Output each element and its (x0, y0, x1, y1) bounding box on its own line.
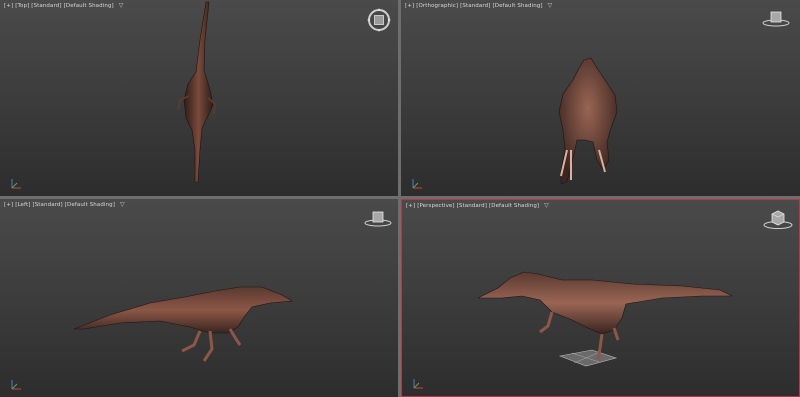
model-perspective-view[interactable] (402, 200, 800, 397)
axis-tripod-icon (11, 179, 21, 189)
model-front-view[interactable] (401, 0, 800, 196)
ground-grid (558, 349, 618, 367)
viewport-perspective[interactable]: [+] [Perspective] [Standard] [Default Sh… (401, 199, 800, 397)
viewport-orthographic[interactable]: [+] [Orthographic] [Standard] [Default S… (401, 0, 800, 196)
axis-tripod-icon (11, 380, 21, 390)
model-left-view[interactable] (0, 199, 398, 397)
axis-tripod-icon (413, 379, 423, 389)
viewport-left[interactable]: [+] [Left] [Standard] [Default Shading] … (0, 199, 398, 397)
viewport-top[interactable]: [+] [Top] [Standard] [Default Shading] ▽ (0, 0, 398, 196)
model-top-view[interactable] (0, 0, 398, 196)
axis-tripod-icon (412, 179, 422, 189)
